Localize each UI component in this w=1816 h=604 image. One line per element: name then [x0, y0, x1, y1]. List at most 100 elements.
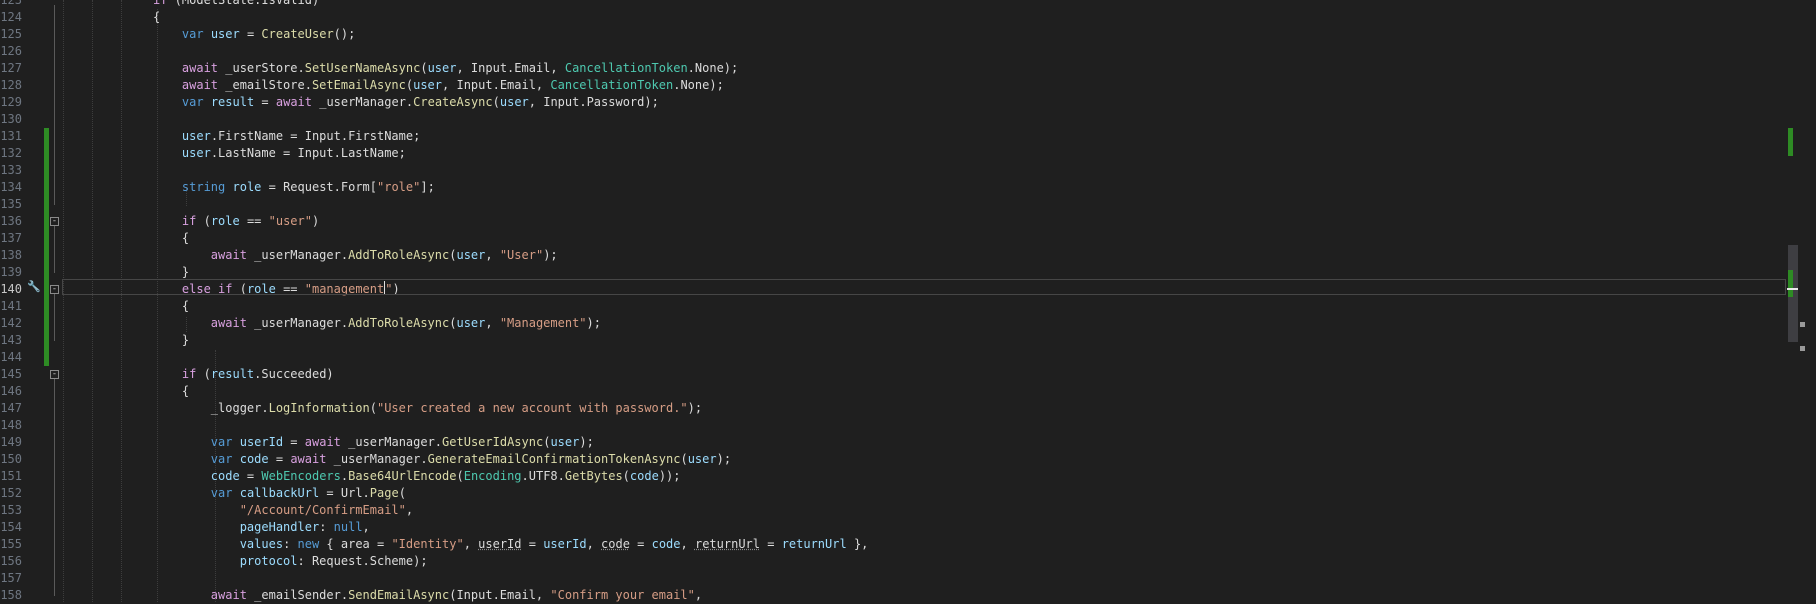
code-text[interactable]: if (result.Succeeded): [153, 366, 334, 383]
code-line[interactable]: 129 var result = await _userManager.Crea…: [0, 94, 1786, 111]
code-token: "Management": [499, 316, 587, 330]
strip-marker: [1800, 322, 1805, 327]
collapse-icon[interactable]: -: [50, 370, 59, 379]
code-line[interactable]: 150 var code = await _userManager.Genera…: [0, 451, 1786, 468]
code-line[interactable]: 124 {: [0, 9, 1786, 26]
code-line[interactable]: 148: [0, 417, 1786, 434]
code-text[interactable]: if (ModelState.IsValid): [153, 0, 319, 9]
code-text[interactable]: _logger.LogInformation("User created a n…: [153, 400, 702, 417]
code-token: Base64UrlEncode: [348, 469, 457, 483]
code-line[interactable]: 146 {: [0, 383, 1786, 400]
code-token: =: [239, 27, 262, 41]
code-text[interactable]: await _emailSender.SendEmailAsync(Input.…: [153, 587, 702, 604]
code-text[interactable]: user.FirstName = Input.FirstName;: [153, 128, 420, 145]
code-line[interactable]: 145 if (result.Succeeded): [0, 366, 1786, 383]
line-number: 152: [0, 486, 22, 500]
code-text[interactable]: var userId = await _userManager.GetUserI…: [153, 434, 594, 451]
code-text[interactable]: }: [153, 332, 189, 349]
code-line[interactable]: 136 if (role == "user"): [0, 213, 1786, 230]
code-text[interactable]: else if (role == "management"): [153, 281, 400, 298]
code-text[interactable]: values: new { area = "Identity", userId …: [153, 536, 869, 553]
code-line[interactable]: 144: [0, 349, 1786, 366]
code-token: = Url.: [319, 486, 370, 500]
code-line[interactable]: 156 protocol: Request.Scheme);: [0, 553, 1786, 570]
code-text[interactable]: var user = CreateUser();: [153, 26, 355, 43]
code-token: _userStore.: [218, 61, 305, 75]
code-text[interactable]: pageHandler: null,: [153, 519, 370, 536]
code-line[interactable]: 141 {: [0, 298, 1786, 315]
code-text[interactable]: var code = await _userManager.GenerateEm…: [153, 451, 731, 468]
code-line[interactable]: 134 string role = Request.Form["role"];: [0, 179, 1786, 196]
code-line[interactable]: 151 code = WebEncoders.Base64UrlEncode(E…: [0, 468, 1786, 485]
code-text[interactable]: code = WebEncoders.Base64UrlEncode(Encod…: [153, 468, 681, 485]
code-text[interactable]: string role = Request.Form["role"];: [153, 179, 435, 196]
code-token: "User created a new account with passwor…: [376, 401, 688, 415]
code-text[interactable]: {: [153, 383, 189, 400]
code-line[interactable]: 127 await _userStore.SetUserNameAsync(us…: [0, 60, 1786, 77]
code-line[interactable]: 139 }: [0, 264, 1786, 281]
code-editor[interactable]: 123 if (ModelState.IsValid) 124 {125 var us…: [0, 0, 1816, 602]
code-line[interactable]: 153 "/Account/ConfirmEmail",: [0, 502, 1786, 519]
code-line[interactable]: 135: [0, 196, 1786, 213]
fold-connector: [54, 226, 55, 273]
code-token: CancellationToken: [564, 61, 688, 75]
code-line[interactable]: 130: [0, 111, 1786, 128]
code-text[interactable]: await _userManager.AddToRoleAsync(user, …: [153, 315, 601, 332]
code-text[interactable]: {: [153, 298, 189, 315]
code-line[interactable]: 123 if (ModelState.IsValid): [0, 0, 1786, 9]
code-text[interactable]: var result = await _userManager.CreateAs…: [153, 94, 659, 111]
code-text[interactable]: await _emailStore.SetEmailAsync(user, In…: [153, 77, 724, 94]
code-line[interactable]: 128 await _emailStore.SetEmailAsync(user…: [0, 77, 1786, 94]
code-token: CancellationToken: [550, 78, 674, 92]
code-line[interactable]: 149 var userId = await _userManager.GetU…: [0, 434, 1786, 451]
code-token: _userManager.: [246, 248, 349, 262]
code-token: );: [586, 316, 601, 330]
code-text[interactable]: protocol: Request.Scheme);: [153, 553, 428, 570]
collapse-icon[interactable]: -: [50, 217, 59, 226]
code-line[interactable]: 157: [0, 570, 1786, 587]
code-text[interactable]: await _userStore.SetUserNameAsync(user, …: [153, 60, 738, 77]
code-line[interactable]: 154 pageHandler: null,: [0, 519, 1786, 536]
code-line[interactable]: 155 values: new { area = "Identity", use…: [0, 536, 1786, 553]
code-token: (: [196, 214, 211, 228]
code-text[interactable]: if (role == "user"): [153, 213, 319, 230]
code-line[interactable]: 133: [0, 162, 1786, 179]
code-token: );: [687, 401, 703, 415]
code-text[interactable]: {: [153, 230, 189, 247]
code-line[interactable]: 138 await _userManager.AddToRoleAsync(us…: [0, 247, 1786, 264]
code-token: code: [601, 537, 630, 551]
screwdriver-icon[interactable]: 🔧: [27, 280, 41, 294]
code-token: var: [181, 27, 204, 41]
code-line[interactable]: 147 _logger.LogInformation("User created…: [0, 400, 1786, 417]
code-line[interactable]: 137 {: [0, 230, 1786, 247]
code-line[interactable]: 152 var callbackUrl = Url.Page(: [0, 485, 1786, 502]
code-line[interactable]: 132 user.LastName = Input.LastName;: [0, 145, 1786, 162]
code-line[interactable]: 142 await _userManager.AddToRoleAsync(us…: [0, 315, 1786, 332]
code-text[interactable]: {: [153, 9, 160, 26]
line-number: 149: [0, 435, 22, 449]
code-token: ));: [658, 469, 681, 483]
fold-connector: [54, 294, 55, 341]
code-line[interactable]: 158 await _emailSender.SendEmailAsync(In…: [0, 587, 1786, 604]
code-token: protocol: [239, 554, 298, 568]
code-token: GetUserIdAsync: [442, 435, 544, 449]
code-text[interactable]: }: [153, 264, 189, 281]
line-number: 145: [0, 367, 22, 381]
code-line[interactable]: 131 user.FirstName = Input.FirstName;: [0, 128, 1786, 145]
code-line[interactable]: 143 }: [0, 332, 1786, 349]
code-text[interactable]: var callbackUrl = Url.Page(: [153, 485, 406, 502]
code-line[interactable]: 126: [0, 43, 1786, 60]
code-line[interactable]: 125 var user = CreateUser();: [0, 26, 1786, 43]
code-text[interactable]: "/Account/ConfirmEmail",: [153, 502, 413, 519]
line-number: 140: [0, 282, 22, 296]
code-token: );: [543, 248, 558, 262]
code-token: CreateUser: [261, 27, 334, 41]
code-text[interactable]: await _userManager.AddToRoleAsync(user, …: [153, 247, 558, 264]
code-token: "user": [268, 214, 312, 228]
code-text[interactable]: user.LastName = Input.LastName;: [153, 145, 406, 162]
collapse-icon[interactable]: -: [50, 285, 59, 294]
code-line[interactable]: 140 else if (role == "management"): [0, 281, 1786, 298]
